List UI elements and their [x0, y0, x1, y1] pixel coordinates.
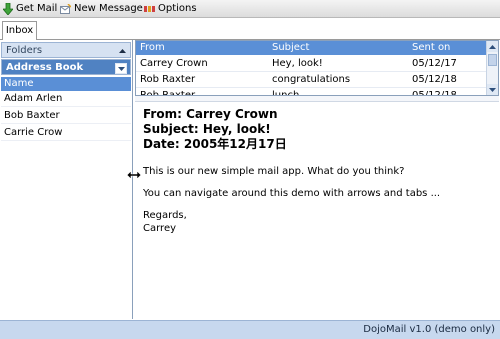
column-header-sent-on[interactable]: Sent on — [412, 41, 450, 55]
preview-body-line: This is our new simple mail app. What do… — [143, 166, 405, 177]
row-from: Rob Raxter — [140, 90, 196, 96]
column-header-from[interactable]: From — [140, 41, 165, 55]
toolbar: Get Mail New Message Options — [0, 0, 500, 18]
row-subject: congratulations — [272, 74, 351, 85]
preview-body-line: Regards, — [143, 210, 187, 221]
scroll-up-icon[interactable] — [487, 41, 498, 52]
row-sent: 05/12/18 — [412, 90, 457, 96]
preview-body-line: You can navigate around this demo with a… — [143, 188, 441, 199]
preview-from: From: Carrey Crown — [143, 107, 278, 121]
table-row[interactable]: Carrey Crown Hey, look! 05/12/17 — [136, 56, 488, 72]
status-text: DojoMail v1.0 (demo only) — [363, 324, 495, 335]
row-subject: lunch — [272, 90, 300, 96]
table-row[interactable]: Rob Raxter lunch 05/12/18 — [136, 88, 488, 96]
list-item[interactable]: Adam Arlen — [1, 91, 131, 107]
row-sent: 05/12/17 — [412, 58, 457, 69]
folders-label: Folders — [6, 45, 43, 56]
table-row[interactable]: Rob Raxter congratulations 05/12/18 — [136, 72, 488, 88]
row-subject: Hey, look! — [272, 58, 323, 69]
scroll-down-icon[interactable] — [487, 84, 498, 95]
new-message-icon — [60, 3, 71, 14]
options-button[interactable]: Options — [144, 2, 197, 15]
new-message-label: New Message — [74, 3, 143, 14]
message-preview: From: Carrey Crown Subject: Hey, look! D… — [135, 102, 499, 319]
row-from: Rob Raxter — [140, 74, 196, 85]
collapse-icon[interactable] — [117, 46, 127, 55]
list-item[interactable]: Bob Baxter — [1, 108, 131, 124]
row-sent: 05/12/18 — [412, 74, 457, 85]
address-book-accordion-header[interactable]: Address Book — [1, 59, 131, 75]
list-item[interactable]: Carrie Crow — [1, 125, 131, 141]
folders-accordion-header[interactable]: Folders — [1, 42, 131, 58]
message-list: From Subject Sent on Carrey Crown Hey, l… — [135, 40, 499, 96]
get-mail-label: Get Mail — [16, 3, 58, 14]
expand-icon[interactable] — [115, 63, 127, 74]
message-list-scrollbar[interactable] — [486, 41, 498, 95]
status-bar: DojoMail v1.0 (demo only) — [0, 320, 500, 339]
download-arrow-icon — [3, 2, 13, 15]
tab-inbox[interactable]: Inbox — [2, 21, 37, 40]
scrollbar-thumb[interactable] — [488, 54, 497, 66]
right-pane: From Subject Sent on Carrey Crown Hey, l… — [135, 40, 499, 319]
new-message-button[interactable]: New Message — [60, 2, 143, 15]
column-header-subject[interactable]: Subject — [272, 41, 309, 55]
options-label: Options — [158, 3, 197, 14]
preview-subject: Subject: Hey, look! — [143, 122, 271, 136]
row-from: Carrey Crown — [140, 58, 208, 69]
tab-bar: Inbox — [0, 18, 500, 40]
preview-date: Date: 2005年12月17日 — [143, 137, 287, 151]
preview-body-line: Carrey — [143, 223, 177, 234]
get-mail-button[interactable]: Get Mail — [3, 2, 67, 15]
message-list-header: From Subject Sent on — [136, 41, 488, 55]
address-book-label: Address Book — [6, 62, 84, 73]
left-pane: Folders Address Book Name Adam Arlen Bob… — [0, 40, 133, 319]
name-column-header[interactable]: Name — [1, 77, 131, 91]
options-icon — [144, 5, 155, 12]
